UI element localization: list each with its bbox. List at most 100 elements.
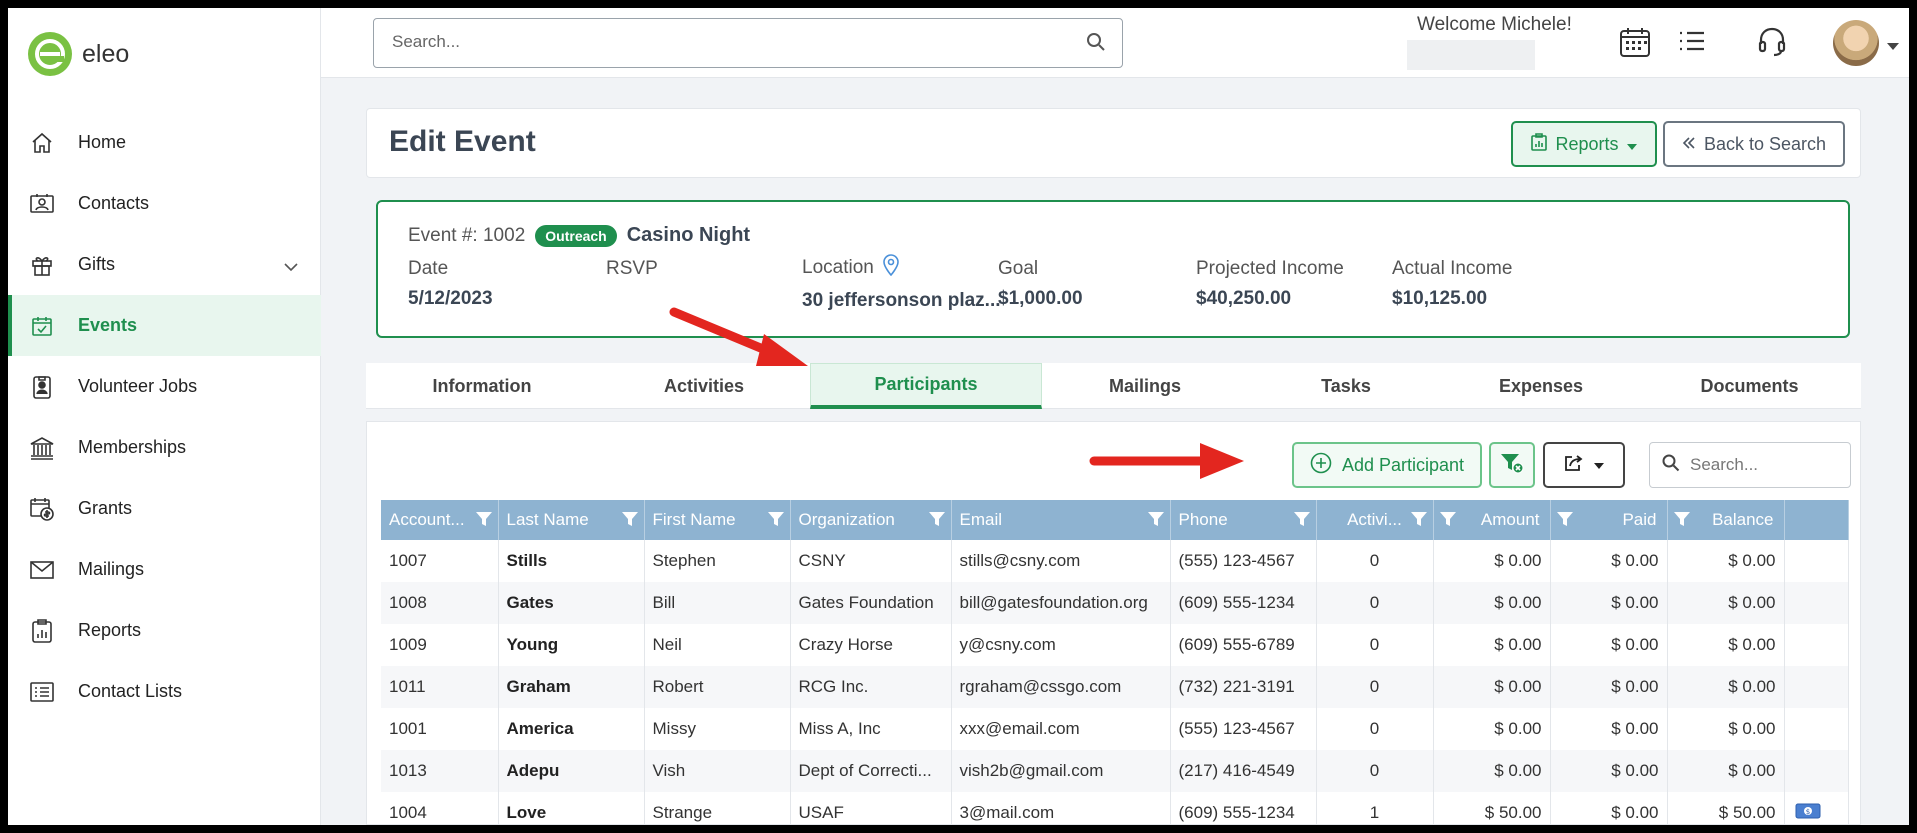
sidebar-item-home[interactable]: Home: [8, 112, 321, 173]
sidebar-item-contacts[interactable]: Contacts: [8, 173, 321, 234]
clear-filter-button[interactable]: [1489, 442, 1535, 488]
back-to-search-button[interactable]: Back to Search: [1663, 121, 1845, 167]
tab-mailings[interactable]: Mailings: [1042, 363, 1248, 409]
cell-first-name: Missy: [644, 708, 791, 750]
column-header-last-name[interactable]: Last Name: [498, 500, 645, 540]
sidebar-item-label: Events: [78, 315, 138, 335]
column-header-activities[interactable]: Activi...: [1316, 500, 1434, 540]
tab-expenses[interactable]: Expenses: [1444, 363, 1638, 409]
sidebar-item-events[interactable]: Events: [8, 295, 321, 356]
filter-icon[interactable]: [1673, 511, 1690, 532]
global-search-input[interactable]: [392, 19, 1082, 65]
sidebar-item-gifts[interactable]: Gifts: [8, 234, 321, 295]
avatar[interactable]: [1833, 20, 1879, 66]
column-header-paid[interactable]: Paid: [1550, 500, 1668, 540]
map-pin-icon[interactable]: [882, 254, 900, 282]
table-row[interactable]: 1009 Young Neil Crazy Horse y@csny.com (609) …: [381, 624, 1849, 666]
grid-search-input[interactable]: [1690, 455, 1840, 475]
cell-organization: Gates Foundation: [790, 582, 952, 624]
calendar-grid-icon[interactable]: [1619, 26, 1651, 63]
column-header-email[interactable]: Email: [951, 500, 1171, 540]
filter-icon[interactable]: [1147, 511, 1164, 532]
filter-icon[interactable]: [621, 511, 638, 532]
table-row[interactable]: 1013 Adepu Vish Dept of Correcti... vish2b@g…: [381, 750, 1849, 792]
caret-down-icon[interactable]: [1887, 38, 1899, 56]
cell-account: 1004: [381, 792, 499, 825]
payment-icon[interactable]: $: [1795, 802, 1821, 825]
add-participant-button[interactable]: Add Participant: [1292, 442, 1482, 488]
top-bar: Welcome Michele!: [321, 8, 1909, 78]
svg-text:$: $: [1805, 808, 1809, 816]
headset-support-icon[interactable]: [1757, 26, 1787, 63]
column-header-actions: [1784, 500, 1849, 540]
cell-activities: 0: [1316, 582, 1434, 624]
tab-participants[interactable]: Participants: [810, 363, 1042, 409]
cell-paid: $ 0.00: [1550, 792, 1668, 825]
table-row[interactable]: 1004 Love Strange USAF 3@mail.com (609) 555-1…: [381, 792, 1849, 825]
cell-actions: [1784, 624, 1849, 666]
table-row[interactable]: 1011 Graham Robert RCG Inc. rgraham@cssgo.co…: [381, 666, 1849, 708]
search-icon[interactable]: [1086, 32, 1106, 57]
cell-organization: RCG Inc.: [790, 666, 952, 708]
sidebar-item-memberships[interactable]: Memberships: [8, 417, 321, 478]
event-field-goal: Goal $1,000.00: [998, 258, 1083, 310]
filter-icon[interactable]: [928, 511, 945, 532]
column-label: First Name: [652, 510, 736, 529]
cell-amount: $ 0.00: [1433, 708, 1551, 750]
tab-tasks[interactable]: Tasks: [1248, 363, 1444, 409]
sidebar-nav: Home Contacts Gifts Events Volunteer Job…: [8, 112, 321, 722]
field-value: 5/12/2023: [408, 288, 493, 309]
sidebar-item-grants[interactable]: Grants: [8, 478, 321, 539]
sidebar-item-reports[interactable]: Reports: [8, 600, 321, 661]
field-label: Location: [802, 257, 874, 278]
filter-icon[interactable]: [1410, 511, 1427, 532]
filter-icon[interactable]: [1293, 511, 1310, 532]
filter-icon[interactable]: [475, 511, 492, 532]
column-header-amount[interactable]: Amount: [1433, 500, 1551, 540]
sidebar-item-mailings[interactable]: Mailings: [8, 539, 321, 600]
cell-actions: $: [1784, 792, 1849, 825]
logo[interactable]: eleo: [28, 32, 129, 76]
sidebar-item-volunteer-jobs[interactable]: Volunteer Jobs: [8, 356, 321, 417]
app-name: eleo: [82, 39, 130, 68]
filter-icon[interactable]: [1439, 511, 1456, 532]
column-header-organization[interactable]: Organization: [790, 500, 952, 540]
tab-documents[interactable]: Documents: [1638, 363, 1861, 409]
column-label: Account...: [389, 510, 465, 529]
tab-information[interactable]: Information: [366, 363, 598, 409]
event-number-label: Event #: 1002: [408, 224, 526, 246]
sidebar-item-label: Gifts: [78, 254, 116, 274]
task-list-icon[interactable]: [1677, 26, 1707, 61]
table-row[interactable]: 1008 Gates Bill Gates Foundation bill@gatesf…: [381, 582, 1849, 624]
event-field-rsvp: RSVP: [606, 258, 658, 288]
column-header-balance[interactable]: Balance: [1667, 500, 1785, 540]
cell-first-name: Vish: [644, 750, 791, 792]
app-frame: eleo Home Contacts Gifts Events Voluntee…: [8, 8, 1909, 825]
participants-panel: Add Participant Account... Last Name: [366, 421, 1861, 825]
cell-account: 1007: [381, 540, 499, 582]
column-header-first-name[interactable]: First Name: [644, 500, 791, 540]
cell-last-name: Gates: [498, 582, 645, 624]
cell-account: 1001: [381, 708, 499, 750]
filter-icon[interactable]: [767, 511, 784, 532]
cell-balance: $ 0.00: [1667, 750, 1785, 792]
participants-table: Account... Last Name First Name Organiza…: [381, 500, 1849, 825]
sidebar-item-contact-lists[interactable]: Contact Lists: [8, 661, 321, 722]
column-label: Balance: [1712, 510, 1774, 529]
chevron-down-icon[interactable]: [283, 256, 299, 277]
double-chevron-left-icon: [1682, 134, 1696, 155]
table-row[interactable]: 1001 America Missy Miss A, Inc xxx@email.com…: [381, 708, 1849, 750]
cell-account: 1011: [381, 666, 499, 708]
column-header-phone[interactable]: Phone: [1170, 500, 1317, 540]
cell-amount: $ 0.00: [1433, 540, 1551, 582]
export-dropdown-button[interactable]: [1543, 442, 1625, 488]
column-header-account[interactable]: Account...: [381, 500, 499, 540]
reports-dropdown-button[interactable]: Reports: [1511, 121, 1657, 167]
filter-icon[interactable]: [1556, 511, 1573, 532]
cell-phone: (217) 416-4549: [1170, 750, 1317, 792]
table-row[interactable]: 1007 Stills Stephen CSNY stills@csny.com (555…: [381, 540, 1849, 582]
cell-email: 3@mail.com: [951, 792, 1171, 825]
caret-down-icon: [1626, 134, 1637, 155]
sidebar-item-label: Reports: [78, 620, 142, 640]
cell-phone: (732) 221-3191: [1170, 666, 1317, 708]
